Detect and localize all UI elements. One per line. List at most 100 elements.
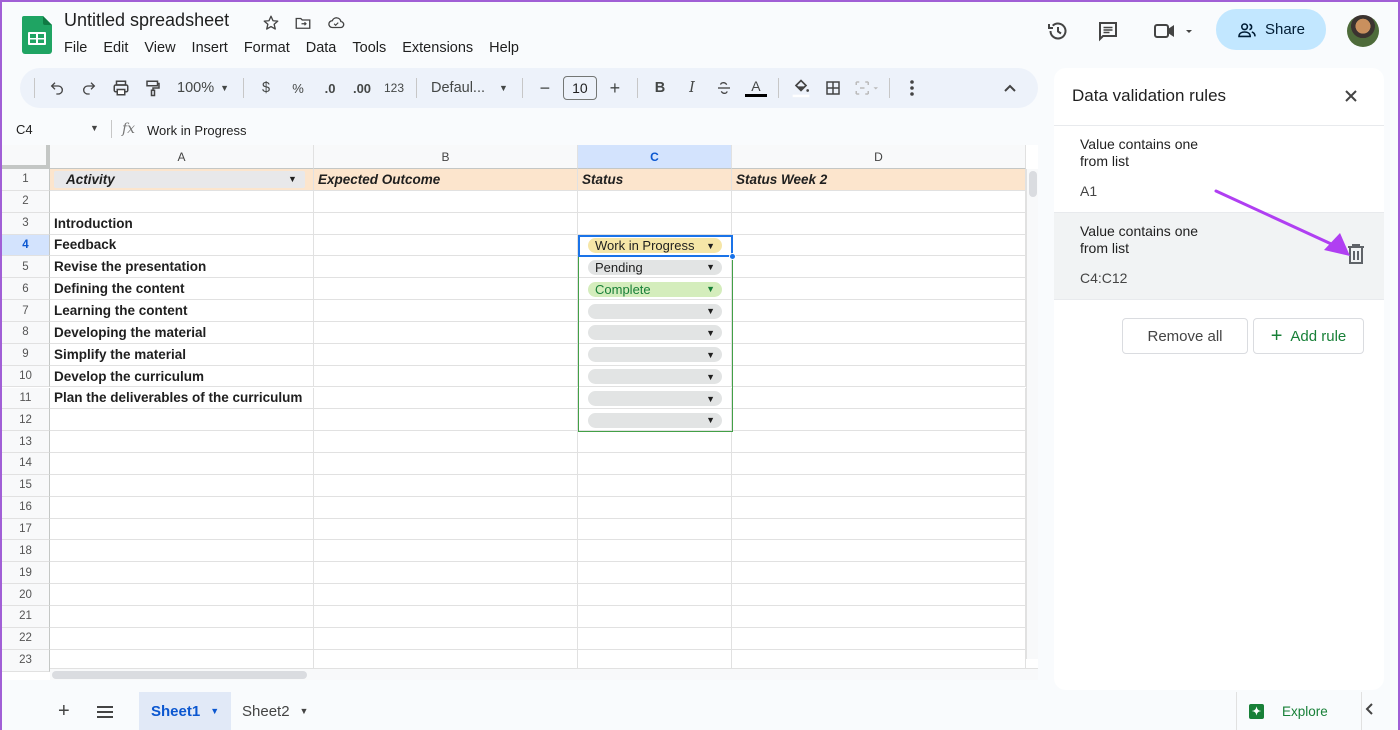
row-header[interactable]: 10 <box>2 365 50 388</box>
chevron-down-icon[interactable]: ▼ <box>706 262 715 272</box>
cell[interactable] <box>50 627 314 650</box>
zoom-select[interactable]: 100% ▼ <box>171 74 235 102</box>
row-header[interactable]: 20 <box>2 584 50 606</box>
name-box[interactable]: C4 <box>16 122 33 137</box>
menu-help[interactable]: Help <box>489 38 527 58</box>
cell[interactable] <box>732 212 1026 235</box>
menu-file[interactable]: File <box>64 38 95 58</box>
cell[interactable] <box>732 365 1026 388</box>
cell[interactable] <box>578 540 732 563</box>
cell[interactable] <box>314 321 578 344</box>
header-cell[interactable]: Status <box>578 169 732 191</box>
chevron-down-icon[interactable]: ▼ <box>706 241 715 251</box>
font-family-select[interactable]: Defaul... ▼ <box>425 74 514 102</box>
cell[interactable]: Develop the curriculum <box>50 365 314 388</box>
cell[interactable] <box>314 278 578 301</box>
cell[interactable] <box>314 190 578 213</box>
cell[interactable] <box>314 234 578 257</box>
cell[interactable] <box>314 627 578 650</box>
status-dropdown-chip[interactable]: Work in Progress ▼ <box>588 238 722 254</box>
cell[interactable] <box>50 453 314 475</box>
cell[interactable] <box>50 474 314 497</box>
cell[interactable] <box>50 190 314 213</box>
horizontal-scroll-thumb[interactable] <box>52 671 307 679</box>
row-header[interactable]: 4 <box>2 234 50 257</box>
status-dropdown-chip[interactable]: ▼ <box>588 303 722 319</box>
chevron-down-icon[interactable]: ▼ <box>706 350 715 360</box>
cell[interactable] <box>50 518 314 541</box>
row-header[interactable]: 9 <box>2 343 50 366</box>
cell[interactable]: Feedback <box>50 234 314 257</box>
chevron-down-icon[interactable]: ▼ <box>706 328 715 338</box>
menu-edit[interactable]: Edit <box>103 38 136 58</box>
chevron-down-icon[interactable]: ▼ <box>300 706 309 716</box>
cell[interactable] <box>578 431 732 454</box>
row-header[interactable]: 18 <box>2 540 50 563</box>
cell[interactable] <box>732 562 1026 585</box>
cell[interactable] <box>314 540 578 563</box>
cell[interactable] <box>314 518 578 541</box>
column-header-d[interactable]: D <box>732 145 1026 169</box>
cell[interactable] <box>732 234 1026 257</box>
trash-icon[interactable] <box>1346 243 1366 265</box>
print-icon[interactable] <box>107 74 135 102</box>
cell[interactable]: Simplify the material <box>50 343 314 366</box>
status-dropdown-chip[interactable]: ▼ <box>588 369 722 385</box>
collapse-toolbar-icon[interactable] <box>996 74 1024 102</box>
column-header-b[interactable]: B <box>314 145 578 169</box>
italic-button[interactable]: I <box>678 74 706 102</box>
more-formats-button[interactable]: 123 <box>380 74 408 102</box>
chevron-left-icon[interactable] <box>1364 700 1374 721</box>
row-header[interactable]: 1 <box>2 169 50 191</box>
menu-format[interactable]: Format <box>244 38 298 58</box>
chevron-down-icon[interactable]: ▼ <box>706 394 715 404</box>
cell[interactable] <box>732 190 1026 213</box>
row-header[interactable]: 22 <box>2 627 50 650</box>
cell[interactable] <box>314 562 578 585</box>
status-dropdown-chip[interactable]: ▼ <box>588 391 722 406</box>
cell[interactable] <box>50 540 314 563</box>
row-header[interactable]: 16 <box>2 496 50 519</box>
borders-icon[interactable] <box>819 74 847 102</box>
formula-input[interactable]: Work in Progress <box>147 123 246 138</box>
bold-button[interactable]: B <box>646 74 674 102</box>
chevron-down-icon[interactable]: ▼ <box>210 706 219 716</box>
cell[interactable]: Revise the presentation <box>50 256 314 279</box>
row-header[interactable]: 19 <box>2 562 50 585</box>
cell[interactable] <box>732 278 1026 301</box>
row-header[interactable]: 14 <box>2 453 50 475</box>
cell[interactable] <box>50 584 314 606</box>
cell[interactable] <box>578 453 732 475</box>
cell[interactable] <box>50 409 314 432</box>
cell[interactable] <box>578 606 732 628</box>
menu-insert[interactable]: Insert <box>192 38 236 58</box>
cell[interactable] <box>732 321 1026 344</box>
redo-icon[interactable] <box>75 74 103 102</box>
cell[interactable]: Plan the deliverables of the curriculum <box>50 387 314 410</box>
decrease-decimal-button[interactable]: .0 <box>316 74 344 102</box>
row-header[interactable]: 8 <box>2 321 50 344</box>
close-icon[interactable] <box>1344 86 1358 109</box>
cell[interactable] <box>732 606 1026 628</box>
cell[interactable] <box>578 584 732 606</box>
cell[interactable]: Developing the material <box>50 321 314 344</box>
header-cell[interactable]: Activity <box>50 169 314 191</box>
cell[interactable] <box>578 562 732 585</box>
menu-extensions[interactable]: Extensions <box>402 38 481 58</box>
cell[interactable]: Introduction <box>50 212 314 235</box>
cell[interactable] <box>314 212 578 235</box>
cloud-saved-icon[interactable] <box>325 12 347 34</box>
format-percent-button[interactable]: % <box>284 74 312 102</box>
cell[interactable] <box>314 431 578 454</box>
format-currency-button[interactable]: $ <box>252 74 280 102</box>
cell[interactable] <box>732 387 1026 410</box>
cell[interactable] <box>732 409 1026 432</box>
explore-button[interactable]: ✦ Explore <box>1236 692 1362 730</box>
sheet-tab-sheet1[interactable]: Sheet1 ▼ <box>139 692 231 730</box>
row-header[interactable]: 7 <box>2 300 50 322</box>
validation-rule[interactable]: Value contains one from list C4:C12 <box>1054 212 1384 299</box>
spreadsheet-grid[interactable]: A B C D 1 Activity Expected Outcome Status Statu… <box>2 145 1038 680</box>
status-dropdown-chip[interactable]: Complete ▼ <box>588 281 722 297</box>
add-sheet-icon[interactable]: + <box>58 700 70 723</box>
menu-tools[interactable]: Tools <box>352 38 394 58</box>
